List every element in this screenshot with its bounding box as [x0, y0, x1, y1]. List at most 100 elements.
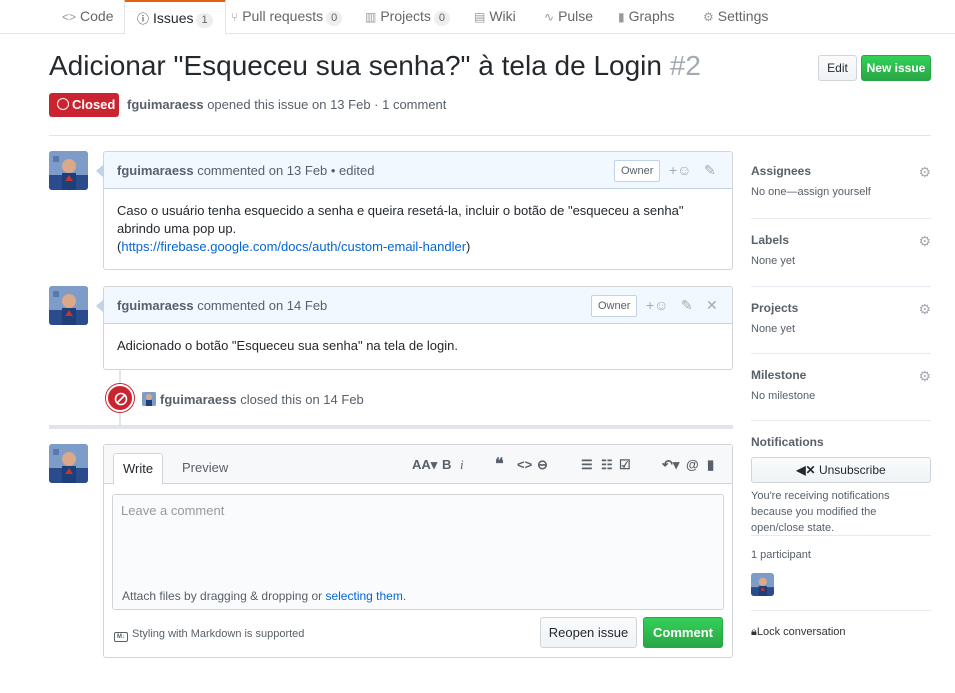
comment-header: fguimaraess commented on 14 Feb Owner +☺…: [104, 287, 732, 324]
assignees-value[interactable]: No one—assign yourself: [751, 186, 931, 198]
nav-projects[interactable]: ▥ Projects 0: [365, 0, 451, 34]
add-reaction-icon[interactable]: +☺: [669, 162, 691, 178]
unsubscribe-button[interactable]: ◀✕ Unsubscribe: [751, 457, 931, 483]
attach-files-bar[interactable]: Attach files by dragging & dropping or s…: [112, 583, 724, 610]
gear-icon[interactable]: ⚙: [918, 164, 931, 181]
issue-meta: fguimaraess opened this issue on 13 Feb …: [127, 97, 446, 112]
nav-wiki-label: Wiki: [489, 8, 516, 24]
link-icon[interactable]: ⊖: [537, 457, 548, 473]
comment-2: fguimaraess commented on 14 Feb Owner +☺…: [96, 286, 733, 370]
quote-icon[interactable]: ❝: [495, 454, 504, 474]
sidebar-notifications: Notifications: [751, 435, 931, 449]
event-author[interactable]: fguimaraess: [160, 392, 237, 407]
owner-badge: Owner: [614, 160, 661, 182]
comment-meta: fguimaraess commented on 13 Feb • edited: [117, 163, 374, 178]
issue-author[interactable]: fguimaraess: [127, 97, 204, 112]
avatar: [49, 444, 88, 483]
comment-button[interactable]: Comment: [643, 617, 723, 648]
avatar[interactable]: [142, 392, 156, 406]
new-comment-form: Write Preview AA▾ B i ❝ <> ⊖ ☰ ☷ ☑ ↶▾ @ …: [103, 444, 733, 658]
nav-projects-label: Projects: [380, 8, 431, 24]
notifications-heading: Notifications: [751, 435, 824, 449]
gear-icon[interactable]: ⚙: [918, 368, 931, 385]
milestone-value: No milestone: [751, 390, 816, 402]
milestone-heading[interactable]: Milestone: [751, 368, 931, 382]
task-list-icon[interactable]: ☑: [619, 457, 631, 473]
sidebar-divider: [751, 218, 931, 219]
comment-1: fguimaraess commented on 13 Feb • edited…: [96, 151, 733, 270]
projects-heading[interactable]: Projects: [751, 301, 931, 315]
mention-icon[interactable]: @: [686, 457, 699, 472]
event-text: closed this on 14 Feb: [236, 392, 364, 407]
code-icon[interactable]: <>: [517, 457, 532, 472]
pencil-icon[interactable]: ✎: [704, 162, 716, 179]
labels-heading[interactable]: Labels: [751, 233, 931, 247]
assignees-heading[interactable]: Assignees: [751, 164, 931, 178]
issue-meta-text: opened this issue on 13 Feb · 1 comment: [203, 97, 447, 112]
mute-icon: ◀✕: [796, 463, 816, 477]
nav-code[interactable]: <> Code: [62, 0, 113, 34]
tab-preview[interactable]: Preview: [173, 453, 237, 485]
reopen-issue-button[interactable]: Reopen issue: [540, 617, 637, 648]
form-tabs: Write Preview AA▾ B i ❝ <> ⊖ ☰ ☷ ☑ ↶▾ @ …: [104, 445, 732, 485]
comment-header: fguimaraess commented on 13 Feb • edited…: [104, 152, 732, 189]
state-label: Closed: [72, 97, 116, 112]
pencil-icon[interactable]: ✎: [681, 297, 693, 314]
gear-icon[interactable]: ⚙: [918, 301, 931, 318]
comment-text: Caso o usuário tenha esquecido a senha e…: [117, 203, 684, 236]
bold-icon[interactable]: B: [442, 457, 451, 472]
firebase-link[interactable]: https://firebase.google.com/docs/auth/cu…: [121, 239, 466, 254]
add-reaction-icon[interactable]: +☺: [646, 297, 668, 313]
markdown-note[interactable]: M↓ Styling with Markdown is supported: [114, 628, 304, 642]
circle-slash-icon: [114, 392, 128, 406]
lock-label: Lock conversation: [756, 626, 846, 638]
nav-issues[interactable]: ⓘ Issues 1: [124, 0, 226, 35]
attach-text: Attach files by dragging & dropping or: [122, 589, 326, 603]
nav-pulse-label: Pulse: [558, 8, 594, 24]
sidebar-divider: [751, 286, 931, 287]
bookmark-icon[interactable]: ▮: [707, 457, 714, 473]
code-icon: <>: [62, 10, 77, 24]
issue-number: #2: [669, 50, 701, 81]
avatar[interactable]: [49, 151, 88, 190]
nav-graphs[interactable]: ▮ Graphs: [618, 0, 675, 34]
comment-author[interactable]: fguimaraess: [117, 298, 194, 313]
new-issue-button[interactable]: New issue: [861, 55, 931, 81]
close-icon[interactable]: ✕: [706, 297, 718, 314]
avatar[interactable]: [49, 286, 88, 325]
comment-body: Adicionado o botão "Esqueceu sua senha" …: [104, 324, 732, 368]
closed-event-badge: [106, 384, 134, 412]
reply-icon[interactable]: ↶▾: [662, 457, 679, 473]
nav-code-label: Code: [80, 8, 114, 24]
comment-link-line: (https://firebase.google.com/docs/auth/c…: [117, 238, 719, 256]
graph-icon: ▮: [618, 10, 625, 24]
gear-icon[interactable]: ⚙: [918, 233, 931, 250]
select-files-link[interactable]: selecting them: [325, 589, 402, 603]
comment-date[interactable]: commented on 14 Feb: [194, 298, 327, 313]
git-pull-request-icon: ⑂: [231, 10, 239, 24]
gear-icon: ⚙: [703, 10, 714, 24]
comment-textarea[interactable]: Leave a comment: [112, 494, 724, 584]
participant-avatar[interactable]: [751, 573, 774, 596]
sidebar-divider: [751, 420, 931, 421]
timeline-divider: [49, 425, 733, 429]
comment-author[interactable]: fguimaraess: [117, 163, 194, 178]
nav-pulse[interactable]: ∿ Pulse: [544, 0, 593, 34]
comment-date[interactable]: commented on 13 Feb • edited: [194, 163, 374, 178]
edit-button[interactable]: Edit: [818, 55, 857, 81]
nav-settings[interactable]: ⚙ Settings: [703, 0, 768, 34]
comment-meta: fguimaraess commented on 14 Feb: [117, 298, 327, 313]
nav-pull-requests[interactable]: ⑂ Pull requests 0: [231, 0, 343, 34]
unordered-list-icon[interactable]: ☰: [581, 457, 593, 473]
pulls-counter: 0: [326, 11, 343, 26]
italic-icon[interactable]: i: [460, 457, 464, 473]
nav-wiki[interactable]: ▤ Wiki: [474, 0, 516, 34]
nav-pulls-label: Pull requests: [242, 8, 324, 24]
sidebar-divider: [751, 353, 931, 354]
tab-write[interactable]: Write: [113, 453, 164, 485]
state-badge: Closed: [49, 93, 119, 117]
lock-conversation[interactable]: 🔒︎Lock conversation: [751, 626, 931, 639]
owner-badge: Owner: [591, 295, 638, 317]
ordered-list-icon[interactable]: ☷: [601, 457, 613, 473]
text-size-icon[interactable]: AA▾: [412, 457, 437, 473]
